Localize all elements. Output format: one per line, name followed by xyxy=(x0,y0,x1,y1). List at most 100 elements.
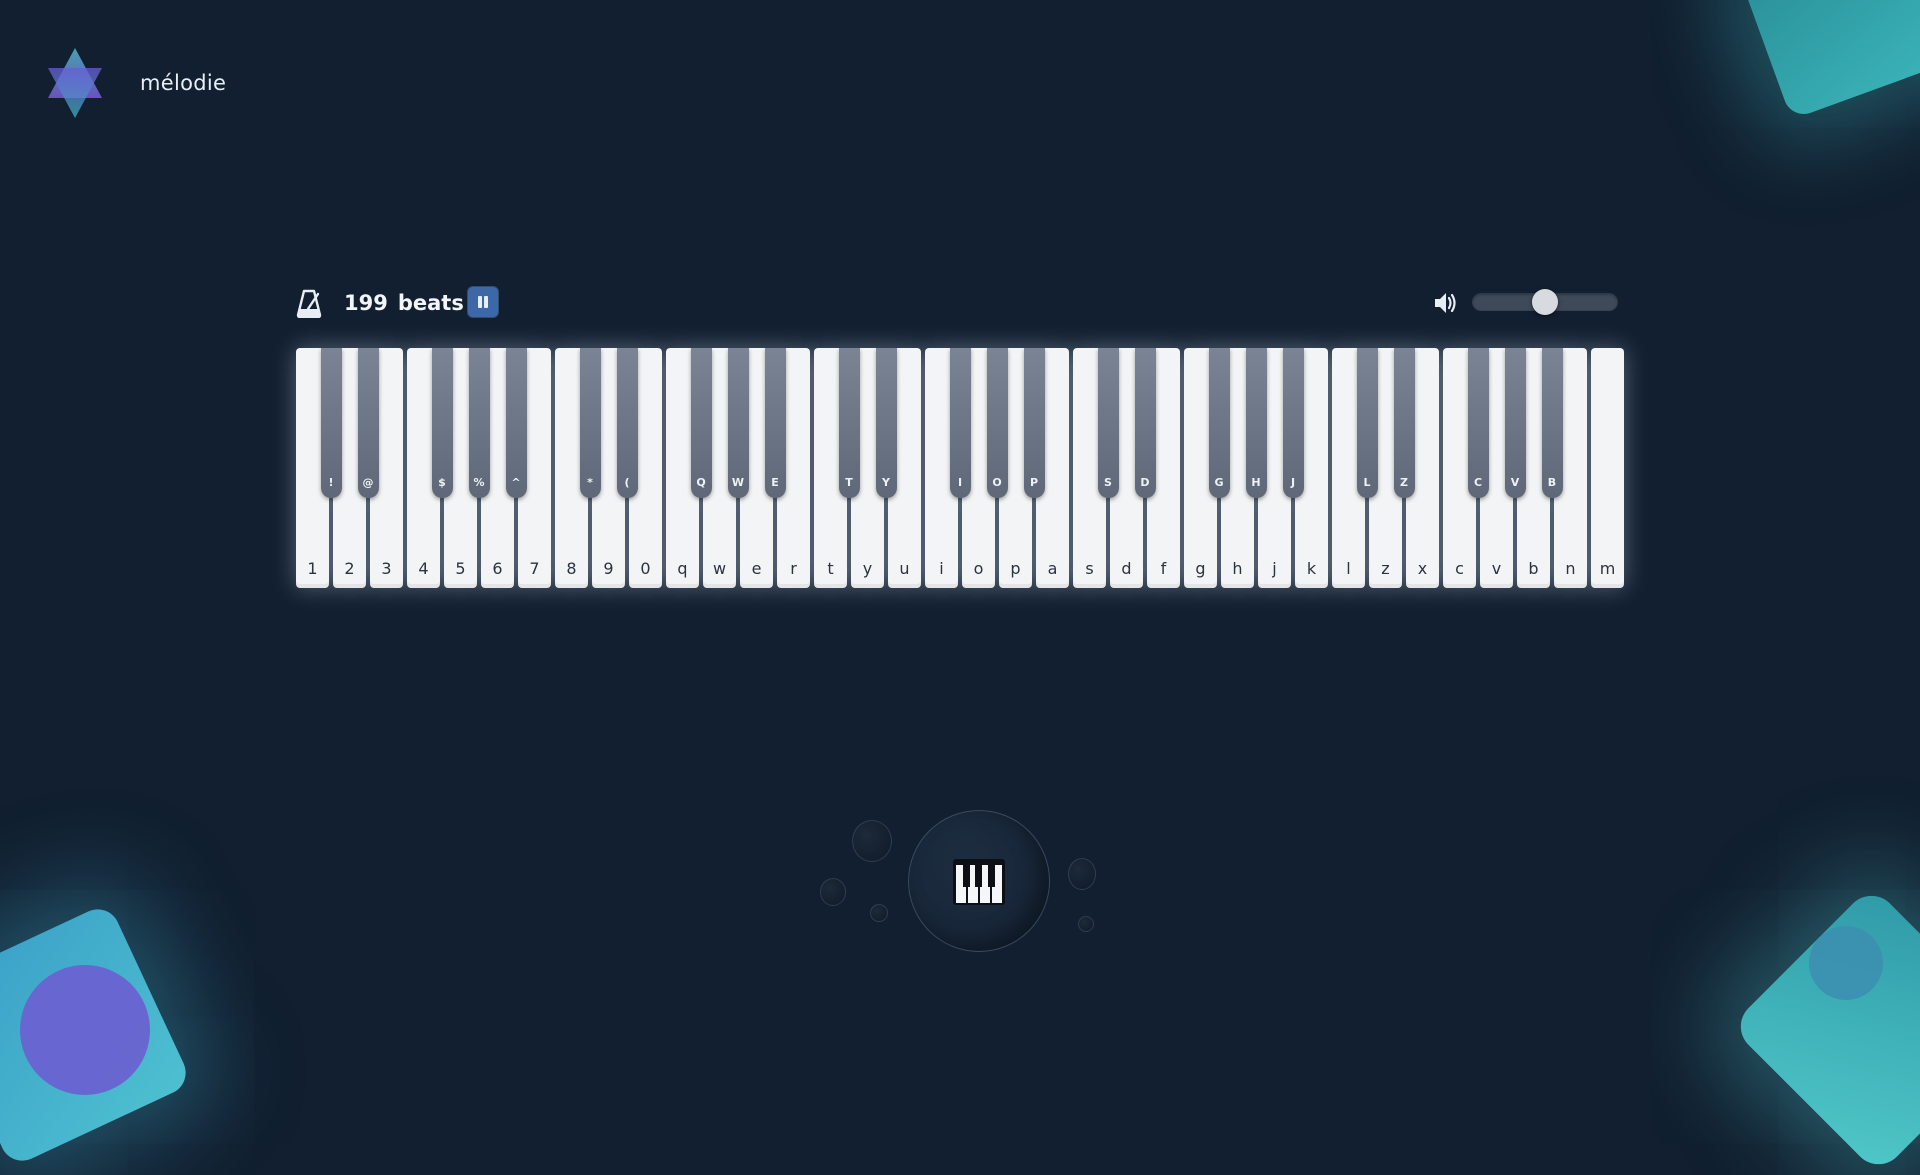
black-key[interactable]: @ xyxy=(357,348,379,498)
white-key-label: 2 xyxy=(344,559,355,578)
decorative-bubble xyxy=(870,904,888,922)
black-key-label: I xyxy=(957,476,963,489)
black-key[interactable]: * xyxy=(579,348,601,498)
decorative-circle-bottom-right xyxy=(1809,926,1883,1000)
volume-slider-thumb[interactable] xyxy=(1532,289,1558,315)
white-key-label: 4 xyxy=(418,559,429,578)
white-key-label: p xyxy=(1010,559,1021,578)
piano-keyboard: 1 2 3 4 5 6 7 8 9 0 q w e r t y u i o p a s d f g h j k l z x c v b n m! @ $%… xyxy=(296,348,1626,590)
white-key-label: 3 xyxy=(381,559,392,578)
white-key-label: z xyxy=(1381,559,1390,578)
black-key-label: D xyxy=(1140,476,1150,489)
black-key-label: V xyxy=(1510,476,1520,489)
black-key[interactable]: E xyxy=(764,348,786,498)
decorative-shape-bottom-right xyxy=(1730,885,1920,1175)
black-key-label: ^ xyxy=(511,476,521,489)
black-key[interactable]: J xyxy=(1282,348,1304,498)
app-title: mélodie xyxy=(140,71,227,95)
white-key-label: e xyxy=(751,559,762,578)
black-key-label: H xyxy=(1251,476,1261,489)
metronome-icon[interactable] xyxy=(296,288,322,318)
white-key-label: x xyxy=(1417,559,1428,578)
white-key-label: b xyxy=(1528,559,1539,578)
decorative-shape-top-right xyxy=(1740,0,1920,120)
white-key-label: v xyxy=(1491,559,1502,578)
black-key[interactable]: Q xyxy=(690,348,712,498)
black-key[interactable]: % xyxy=(468,348,490,498)
black-key[interactable]: H xyxy=(1245,348,1267,498)
white-key-label: i xyxy=(939,559,944,578)
beats-unit: beats xyxy=(397,291,464,315)
decorative-bubble xyxy=(1068,858,1096,890)
black-key[interactable]: G xyxy=(1208,348,1230,498)
black-key[interactable]: B xyxy=(1541,348,1563,498)
white-key[interactable]: m xyxy=(1591,348,1624,588)
black-key[interactable]: T xyxy=(838,348,860,498)
black-key-label: @ xyxy=(362,476,374,489)
black-key-label: E xyxy=(771,476,779,489)
decorative-bubble xyxy=(820,878,846,906)
white-key-label: t xyxy=(827,559,834,578)
black-key-label: G xyxy=(1214,476,1224,489)
black-key-label: ( xyxy=(624,476,630,489)
black-key-label: C xyxy=(1473,476,1483,489)
black-key[interactable]: I xyxy=(949,348,971,498)
piano-button[interactable] xyxy=(908,810,1050,952)
decorative-bubble xyxy=(852,820,892,862)
white-key-label: o xyxy=(973,559,984,578)
white-key-label: a xyxy=(1047,559,1058,578)
black-key-label: O xyxy=(992,476,1002,489)
volume-slider[interactable] xyxy=(1472,289,1618,315)
white-key-label: k xyxy=(1306,559,1317,578)
white-key-label: h xyxy=(1232,559,1243,578)
black-key[interactable]: Y xyxy=(875,348,897,498)
black-key[interactable]: $ xyxy=(431,348,453,498)
pause-icon xyxy=(478,296,482,308)
white-key-label: y xyxy=(862,559,873,578)
piano-toggle-area xyxy=(810,800,1110,970)
white-key-label: q xyxy=(677,559,688,578)
white-key-label: 1 xyxy=(307,559,318,578)
black-key[interactable]: P xyxy=(1023,348,1045,498)
black-key[interactable]: ! xyxy=(320,348,342,498)
white-key-label: 6 xyxy=(492,559,503,578)
black-key-label: L xyxy=(1363,476,1371,489)
beats-display: 199 beats xyxy=(344,291,464,315)
white-key-label: w xyxy=(712,559,727,578)
pause-button[interactable] xyxy=(468,287,498,317)
decorative-bubble xyxy=(1078,916,1094,932)
black-key-label: S xyxy=(1104,476,1112,489)
black-key-label: $ xyxy=(438,476,446,489)
black-key-label: J xyxy=(1290,476,1296,489)
white-key-label: 7 xyxy=(529,559,540,578)
black-key[interactable]: C xyxy=(1467,348,1489,498)
black-key[interactable]: W xyxy=(727,348,749,498)
volume-icon[interactable] xyxy=(1432,290,1458,316)
black-key-label: W xyxy=(731,476,745,489)
black-key[interactable]: S xyxy=(1097,348,1119,498)
black-key-label: P xyxy=(1029,476,1039,489)
black-key[interactable]: V xyxy=(1504,348,1526,498)
black-key-label: T xyxy=(845,476,853,489)
black-key-label: % xyxy=(473,476,485,489)
black-key-label: Z xyxy=(1400,476,1408,489)
white-key-label: d xyxy=(1121,559,1132,578)
black-key[interactable]: Z xyxy=(1393,348,1415,498)
controls-bar: 199 beats xyxy=(296,286,1626,322)
black-key[interactable]: L xyxy=(1356,348,1378,498)
white-key-label: s xyxy=(1085,559,1094,578)
white-key-label: 5 xyxy=(455,559,466,578)
black-key[interactable]: ( xyxy=(616,348,638,498)
black-key-label: B xyxy=(1547,476,1557,489)
white-key-label: 8 xyxy=(566,559,577,578)
beats-value: 199 xyxy=(344,291,388,315)
black-key[interactable]: O xyxy=(986,348,1008,498)
black-key[interactable]: D xyxy=(1134,348,1156,498)
white-key-label: f xyxy=(1160,559,1167,578)
black-key[interactable]: ^ xyxy=(505,348,527,498)
white-key-label: 9 xyxy=(603,559,614,578)
white-key-label: j xyxy=(1272,559,1277,578)
logo-icon xyxy=(48,48,102,118)
white-key-label: r xyxy=(790,559,797,578)
piano-icon xyxy=(953,859,1005,905)
